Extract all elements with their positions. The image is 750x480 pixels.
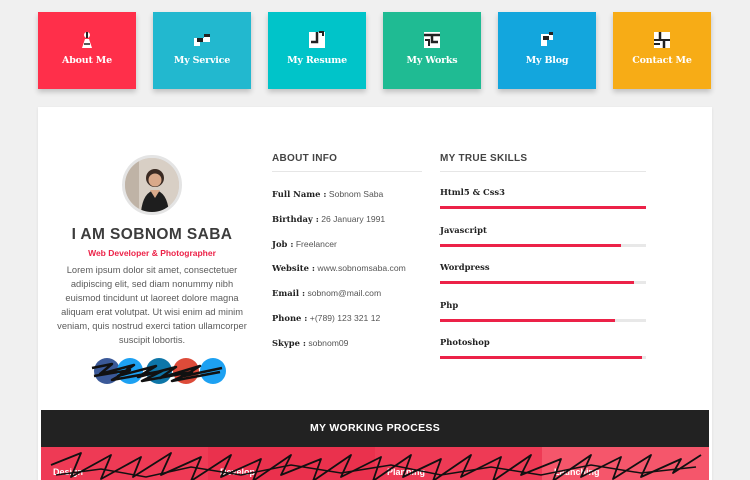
skill-html: Html5 & Css3 xyxy=(440,187,646,225)
resume-icon xyxy=(309,31,325,48)
skill-name: Php xyxy=(440,299,459,310)
portfolio-page: About Me My Service My Resume My Works M… xyxy=(0,0,750,480)
info-row-birthday: Birthday : 26 January 1991 xyxy=(272,214,432,239)
skill-bar-fill xyxy=(440,243,622,247)
info-value: sobnom@mail.com xyxy=(307,288,382,299)
about-info-title: ABOUT INFO xyxy=(272,153,422,172)
skill-name: Wordpress xyxy=(440,262,490,272)
contact-icon xyxy=(654,32,670,48)
info-row-email: Email : sobnom@mail.com xyxy=(272,288,432,313)
tile-label: My Works xyxy=(406,55,458,66)
info-value: sobnom09 xyxy=(308,337,349,348)
tile-label: Contact Me xyxy=(632,55,692,66)
skill-bar-fill xyxy=(440,281,634,284)
info-label: Website : xyxy=(272,263,316,274)
tile-contact-me[interactable]: Contact Me xyxy=(613,12,711,89)
info-value: Freelancer xyxy=(295,238,337,249)
skill-bar-track xyxy=(440,281,646,284)
info-row-skype: Skype : sobnom09 xyxy=(272,338,432,363)
skill-bar-fill xyxy=(440,318,616,322)
info-value: Sobnom Saba xyxy=(328,189,384,199)
avatar xyxy=(122,155,182,215)
blog-icon xyxy=(541,32,553,46)
redaction-scribble xyxy=(91,362,223,383)
tile-label: My Service xyxy=(173,55,231,66)
tile-label: My Resume xyxy=(287,55,347,66)
skill-php: Php xyxy=(440,300,646,338)
profile-block: I AM SOBNOM SABA Web Developer & Photogr… xyxy=(52,155,252,390)
skill-bar-track xyxy=(440,206,646,209)
tile-label: About Me xyxy=(62,55,112,66)
works-icon xyxy=(424,32,440,48)
skill-name: Photoshop xyxy=(440,337,490,347)
about-info-list: Full Name : Sobnom Saba Birthday : 26 Ja… xyxy=(272,189,432,363)
skill-javascript: Javascript xyxy=(440,225,646,263)
skill-bar-fill xyxy=(440,356,642,359)
nav-tiles: About Me My Service My Resume My Works M… xyxy=(38,12,712,90)
profile-name: I AM SOBNOM SABA xyxy=(71,226,233,243)
info-label: Phone : xyxy=(272,312,308,323)
info-row-job: Job : Freelancer xyxy=(272,239,432,264)
redaction-scribble xyxy=(50,452,702,480)
skill-name: Javascript xyxy=(440,224,487,235)
tile-my-blog[interactable]: My Blog xyxy=(498,12,596,89)
skill-photoshop: Photoshop xyxy=(440,337,646,375)
working-process-header: MY WORKING PROCESS xyxy=(41,410,709,447)
skill-bar-track xyxy=(440,318,646,322)
profile-bio: Lorem ipsum dolor sit amet, consectetuer… xyxy=(57,265,247,345)
about-card: I AM SOBNOM SABA Web Developer & Photogr… xyxy=(38,107,712,480)
skill-bar-track xyxy=(440,243,646,247)
service-icon xyxy=(194,34,210,46)
info-label: Email : xyxy=(272,288,306,299)
info-row-website: Website : www.sobnomsaba.com xyxy=(272,263,432,288)
tile-my-resume[interactable]: My Resume xyxy=(268,12,366,89)
working-process-steps: Design Develop Planning Launching xyxy=(41,447,709,480)
info-value: +(789) 123 321 12 xyxy=(309,312,381,323)
tile-about-me[interactable]: About Me xyxy=(38,12,136,89)
info-label: Full Name : xyxy=(272,189,327,199)
info-label: Birthday : xyxy=(272,213,319,224)
person-icon xyxy=(82,32,92,48)
info-value: www.sobnomsaba.com xyxy=(317,263,406,274)
info-row-full-name: Full Name : Sobnom Saba xyxy=(272,189,432,214)
skill-bar-track xyxy=(440,356,646,359)
info-label: Job : xyxy=(272,238,294,249)
profile-role: Web Developer & Photographer xyxy=(88,248,216,258)
tile-my-works[interactable]: My Works xyxy=(383,12,481,89)
social-links xyxy=(72,356,232,390)
skills-title: MY TRUE SKILLS xyxy=(440,153,646,172)
info-row-phone: Phone : +(789) 123 321 12 xyxy=(272,313,432,338)
info-label: Skype : xyxy=(272,337,306,348)
skill-name: Html5 & Css3 xyxy=(440,187,505,197)
skills-list: Html5 & Css3 Javascript Wordpress Php Ph… xyxy=(440,187,646,375)
tile-label: My Blog xyxy=(525,55,569,66)
skill-wordpress: Wordpress xyxy=(440,262,646,300)
skill-bar-fill xyxy=(440,206,646,209)
info-value: 26 January 1991 xyxy=(321,213,386,224)
tile-my-service[interactable]: My Service xyxy=(153,12,251,89)
